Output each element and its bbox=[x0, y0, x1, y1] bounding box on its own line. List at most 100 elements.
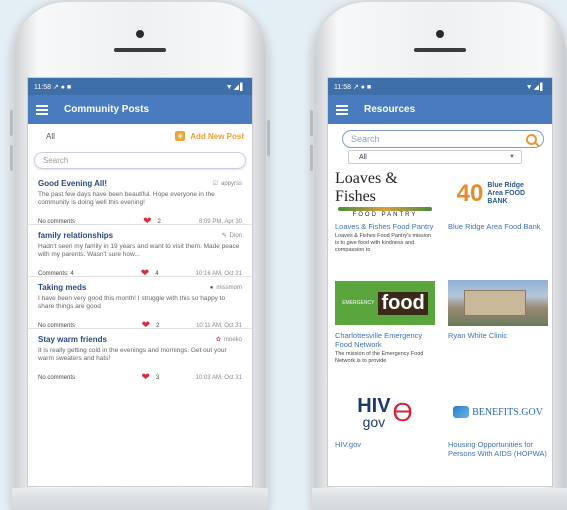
resource-card[interactable]: Ryan White Clinic bbox=[442, 277, 552, 384]
resource-grid: Loaves & Fishes FOOD PANTRY Loaves & Fis… bbox=[328, 168, 552, 486]
thumbs-up-icon: ☑ bbox=[212, 181, 218, 187]
post-author: ☑ appyrss bbox=[212, 180, 242, 188]
resource-card[interactable]: BENEFITS.GOV Housing Opportunities for P… bbox=[442, 386, 552, 486]
emergency-food-logo: EMERGENCY food bbox=[335, 279, 435, 327]
dot-icon: ● bbox=[209, 284, 214, 291]
resource-name: Ryan White Clinic bbox=[448, 331, 508, 340]
post-author: ● missmom bbox=[209, 284, 242, 291]
resource-card[interactable]: 40 Blue Ridge Area FOOD BANK Blue Ridge … bbox=[442, 168, 552, 275]
post-time: 10:16 AM, Oct 21 bbox=[195, 271, 242, 277]
category-value: All bbox=[359, 153, 367, 161]
resources-screen: 11:58 ↗ ● ■ ▼◢▌ Resources Search All ▼ L… bbox=[327, 77, 553, 487]
post-time: 10:03 AM, Oct 31 bbox=[195, 375, 242, 381]
chevron-down-icon: ▼ bbox=[509, 154, 515, 160]
post-time: 10:11 AM, Oct 31 bbox=[196, 323, 242, 329]
front-camera bbox=[436, 30, 444, 38]
post-body: Hadn't seen my family in 19 years and wa… bbox=[38, 243, 240, 258]
resource-name: Charlottesville Emergency Food Network bbox=[335, 331, 423, 349]
ribbon-icon: ϴ bbox=[392, 396, 413, 427]
flower-icon: ✿ bbox=[215, 337, 221, 343]
search-input[interactable]: Search bbox=[34, 152, 246, 169]
volume-button bbox=[10, 145, 13, 171]
power-button bbox=[267, 120, 270, 156]
add-post-button[interactable]: + Add New Post bbox=[175, 131, 244, 141]
post-body: It is really getting cold in the evening… bbox=[38, 347, 227, 362]
status-icons: ↗ ● ■ bbox=[52, 83, 72, 91]
resource-card[interactable]: HIV gov ϴ HIV.gov bbox=[329, 386, 441, 486]
resource-description: The mission of the Emergency Food Networ… bbox=[335, 351, 424, 364]
page-title: Resources bbox=[364, 104, 416, 115]
like-count: 2 bbox=[156, 323, 160, 329]
post-author: ✎ Dion bbox=[221, 232, 242, 240]
post-title: Taking meds bbox=[38, 283, 87, 292]
status-bar: 11:58 ↗ ● ■ ▼◢▌ bbox=[328, 78, 552, 95]
heart-icon[interactable]: ❤ bbox=[143, 217, 151, 227]
search-input[interactable]: Search bbox=[342, 130, 544, 148]
phone-bottom-bezel bbox=[12, 488, 268, 510]
app-bar: Resources bbox=[328, 95, 552, 124]
page-title: Community Posts bbox=[64, 104, 150, 115]
status-time: 11:58 bbox=[334, 83, 351, 91]
post-card[interactable]: Stay warm friends ✿ moeko It is really ge… bbox=[28, 329, 252, 383]
loaves-fishes-logo: Loaves & Fishes FOOD PANTRY bbox=[335, 170, 435, 218]
post-time: 8:09 PM, Apr 30 bbox=[198, 219, 242, 225]
heart-icon[interactable]: ❤ bbox=[142, 321, 150, 331]
benefits-icon bbox=[453, 406, 470, 418]
posts-screen: 11:58 ↗ ● ■ ▼◢▌ Community Posts All + Ad… bbox=[27, 77, 253, 487]
post-title: Good Evening All! bbox=[38, 179, 108, 188]
resource-name: HIV.gov bbox=[335, 440, 361, 449]
phone-left: 11:58 ↗ ● ■ ▼◢▌ Community Posts All + Ad… bbox=[10, 0, 270, 510]
filter-row: All + Add New Post bbox=[28, 124, 252, 148]
comment-count[interactable]: Comments: 4 bbox=[38, 271, 74, 277]
app-bar: Community Posts bbox=[28, 95, 252, 124]
menu-icon[interactable] bbox=[36, 105, 48, 115]
resource-description: Loaves & Fishes Food Pantry's mission is… bbox=[335, 233, 432, 253]
post-title: Stay warm friends bbox=[38, 335, 107, 344]
earpiece bbox=[414, 48, 466, 52]
comment-count[interactable]: No comments bbox=[38, 375, 75, 381]
blue-ridge-logo: 40 Blue Ridge Area FOOD BANK bbox=[456, 180, 526, 207]
search-placeholder: Search bbox=[351, 134, 380, 144]
comment-count[interactable]: No comments bbox=[38, 323, 75, 329]
heart-icon[interactable]: ❤ bbox=[141, 373, 149, 383]
resource-name: Blue Ridge Area Food Bank bbox=[448, 222, 541, 231]
resource-name: Housing Opportunities for Persons With A… bbox=[448, 440, 547, 458]
like-count: 2 bbox=[157, 219, 161, 225]
post-card[interactable]: family relationships ✎ Dion Hadn't seen m… bbox=[28, 225, 252, 279]
post-title: family relationships bbox=[38, 231, 114, 240]
heart-icon[interactable]: ❤ bbox=[141, 269, 149, 279]
post-card[interactable]: Taking meds ● missmom I have been very go… bbox=[28, 277, 252, 331]
category-select[interactable]: All ▼ bbox=[348, 150, 522, 164]
plus-icon: + bbox=[175, 131, 186, 141]
resource-card[interactable]: EMERGENCY food Charlottesville Emergency… bbox=[329, 277, 441, 384]
post-author: ✿ moeko bbox=[215, 336, 242, 344]
post-body: The past few days have been beautiful. H… bbox=[38, 191, 215, 206]
front-camera bbox=[136, 30, 144, 38]
volume-button bbox=[10, 110, 13, 136]
hiv-gov-logo: HIV gov ϴ bbox=[357, 394, 413, 430]
resource-name: Loaves & Fishes Food Pantry bbox=[335, 222, 434, 231]
phone-right: 11:58 ↗ ● ■ ▼◢▌ Resources Search All ▼ L… bbox=[310, 0, 567, 510]
clinic-photo bbox=[448, 279, 548, 327]
earpiece bbox=[114, 48, 166, 52]
post-body: I have been very good this month! I stru… bbox=[38, 295, 226, 310]
volume-button bbox=[310, 145, 313, 171]
like-count: 4 bbox=[155, 271, 159, 277]
menu-icon[interactable] bbox=[336, 105, 348, 115]
add-post-label: Add New Post bbox=[190, 131, 244, 141]
comment-count[interactable]: No comments bbox=[38, 219, 75, 225]
filter-dropdown[interactable]: All bbox=[46, 132, 55, 141]
post-list: Good Evening All! ☑ appyrss The past few … bbox=[28, 173, 252, 383]
status-bar: 11:58 ↗ ● ■ ▼◢▌ bbox=[28, 78, 252, 95]
benefits-gov-logo: BENEFITS.GOV bbox=[448, 388, 548, 436]
chat-icon: ✎ bbox=[221, 233, 227, 239]
post-card[interactable]: Good Evening All! ☑ appyrss The past few … bbox=[28, 173, 252, 227]
like-count: 3 bbox=[155, 375, 160, 381]
status-time: 11:58 bbox=[34, 83, 51, 91]
resource-card[interactable]: Loaves & Fishes FOOD PANTRY Loaves & Fis… bbox=[329, 168, 441, 275]
signal-battery-icons: ▼◢▌ bbox=[525, 83, 546, 91]
status-icons: ↗ ● ■ bbox=[352, 83, 372, 91]
phone-bottom-bezel bbox=[312, 488, 567, 510]
signal-battery-icons: ▼◢▌ bbox=[225, 83, 246, 91]
search-icon[interactable] bbox=[526, 133, 537, 145]
